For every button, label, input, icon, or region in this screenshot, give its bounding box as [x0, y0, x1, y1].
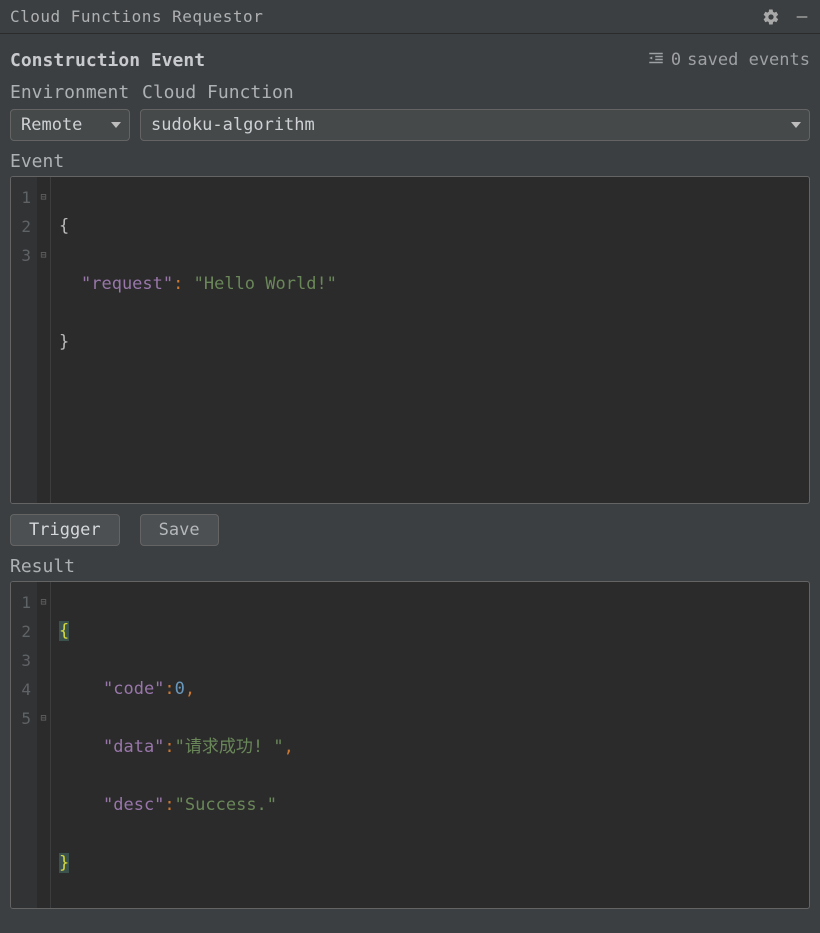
- brace-close: }: [59, 853, 69, 873]
- result-editor[interactable]: 1 2 3 4 5 ⊟ ⊟ { "code":0, "data":"请求成功! …: [10, 581, 810, 909]
- line-number: 3: [11, 241, 37, 270]
- json-comma: ,: [185, 679, 195, 699]
- event-code[interactable]: { "request": "Hello World!" }: [51, 177, 809, 503]
- brace-close: }: [59, 332, 69, 352]
- json-string: "Hello World!": [194, 274, 337, 294]
- main-panel: Construction Event 0 saved events Enviro…: [0, 34, 820, 909]
- environment-label: Environment: [10, 82, 130, 103]
- fold-open-icon[interactable]: ⊟: [37, 588, 50, 617]
- event-label: Event: [10, 151, 810, 172]
- indent-icon: [647, 49, 665, 72]
- save-button[interactable]: Save: [140, 514, 219, 546]
- chevron-down-icon: [791, 115, 801, 135]
- saved-events-label: saved events: [687, 50, 810, 70]
- json-colon: :: [164, 679, 174, 699]
- trigger-button[interactable]: Trigger: [10, 514, 120, 546]
- line-number: 3: [11, 646, 37, 675]
- json-colon: :: [173, 274, 183, 294]
- event-editor[interactable]: 1 2 3 ⊟ ⊟ { "request": "Hello World!" }: [10, 176, 810, 504]
- app-title: Cloud Functions Requestor: [10, 7, 762, 26]
- line-number: 2: [11, 617, 37, 646]
- json-key: "data": [103, 737, 164, 757]
- titlebar-actions: [762, 8, 810, 26]
- json-colon: :: [164, 737, 174, 757]
- fold-open-icon[interactable]: ⊟: [37, 183, 50, 212]
- json-key: "code": [103, 679, 164, 699]
- function-value: sudoku-algorithm: [151, 115, 315, 135]
- line-number: 5: [11, 704, 37, 733]
- brace-open: {: [59, 216, 69, 236]
- action-buttons: Trigger Save: [10, 504, 810, 556]
- environment-select[interactable]: Remote: [10, 109, 130, 141]
- result-label: Result: [10, 556, 810, 577]
- gear-icon[interactable]: [762, 8, 780, 26]
- fold-close-icon[interactable]: ⊟: [37, 241, 50, 270]
- titlebar: Cloud Functions Requestor: [0, 0, 820, 34]
- field-labels: Environment Cloud Function: [10, 82, 810, 103]
- result-gutter: 1 2 3 4 5: [11, 582, 37, 908]
- line-number: 1: [11, 588, 37, 617]
- saved-events-count: 0: [671, 50, 681, 70]
- fold-close-icon[interactable]: ⊟: [37, 704, 50, 733]
- json-colon: :: [164, 795, 174, 815]
- line-number: 1: [11, 183, 37, 212]
- brace-open: {: [59, 621, 69, 641]
- environment-value: Remote: [21, 115, 82, 135]
- saved-events[interactable]: 0 saved events: [647, 49, 810, 72]
- section-title: Construction Event: [10, 50, 205, 71]
- fold-strip: ⊟ ⊟: [37, 177, 51, 503]
- chevron-down-icon: [111, 115, 121, 135]
- minimize-icon[interactable]: [794, 9, 810, 25]
- json-key: "desc": [103, 795, 164, 815]
- section-header: Construction Event 0 saved events: [10, 44, 810, 76]
- selectors-row: Remote sudoku-algorithm: [10, 109, 810, 141]
- line-number: 4: [11, 675, 37, 704]
- json-string: "请求成功! ": [175, 737, 284, 757]
- line-number: 2: [11, 212, 37, 241]
- json-comma: ,: [284, 737, 294, 757]
- json-number: 0: [175, 679, 185, 699]
- json-key: "request": [81, 274, 173, 294]
- fold-strip: ⊟ ⊟: [37, 582, 51, 908]
- json-string: "Success.": [175, 795, 277, 815]
- cloud-function-label: Cloud Function: [142, 82, 810, 103]
- function-select[interactable]: sudoku-algorithm: [140, 109, 810, 141]
- result-code[interactable]: { "code":0, "data":"请求成功! ", "desc":"Suc…: [51, 582, 809, 908]
- event-gutter: 1 2 3: [11, 177, 37, 503]
